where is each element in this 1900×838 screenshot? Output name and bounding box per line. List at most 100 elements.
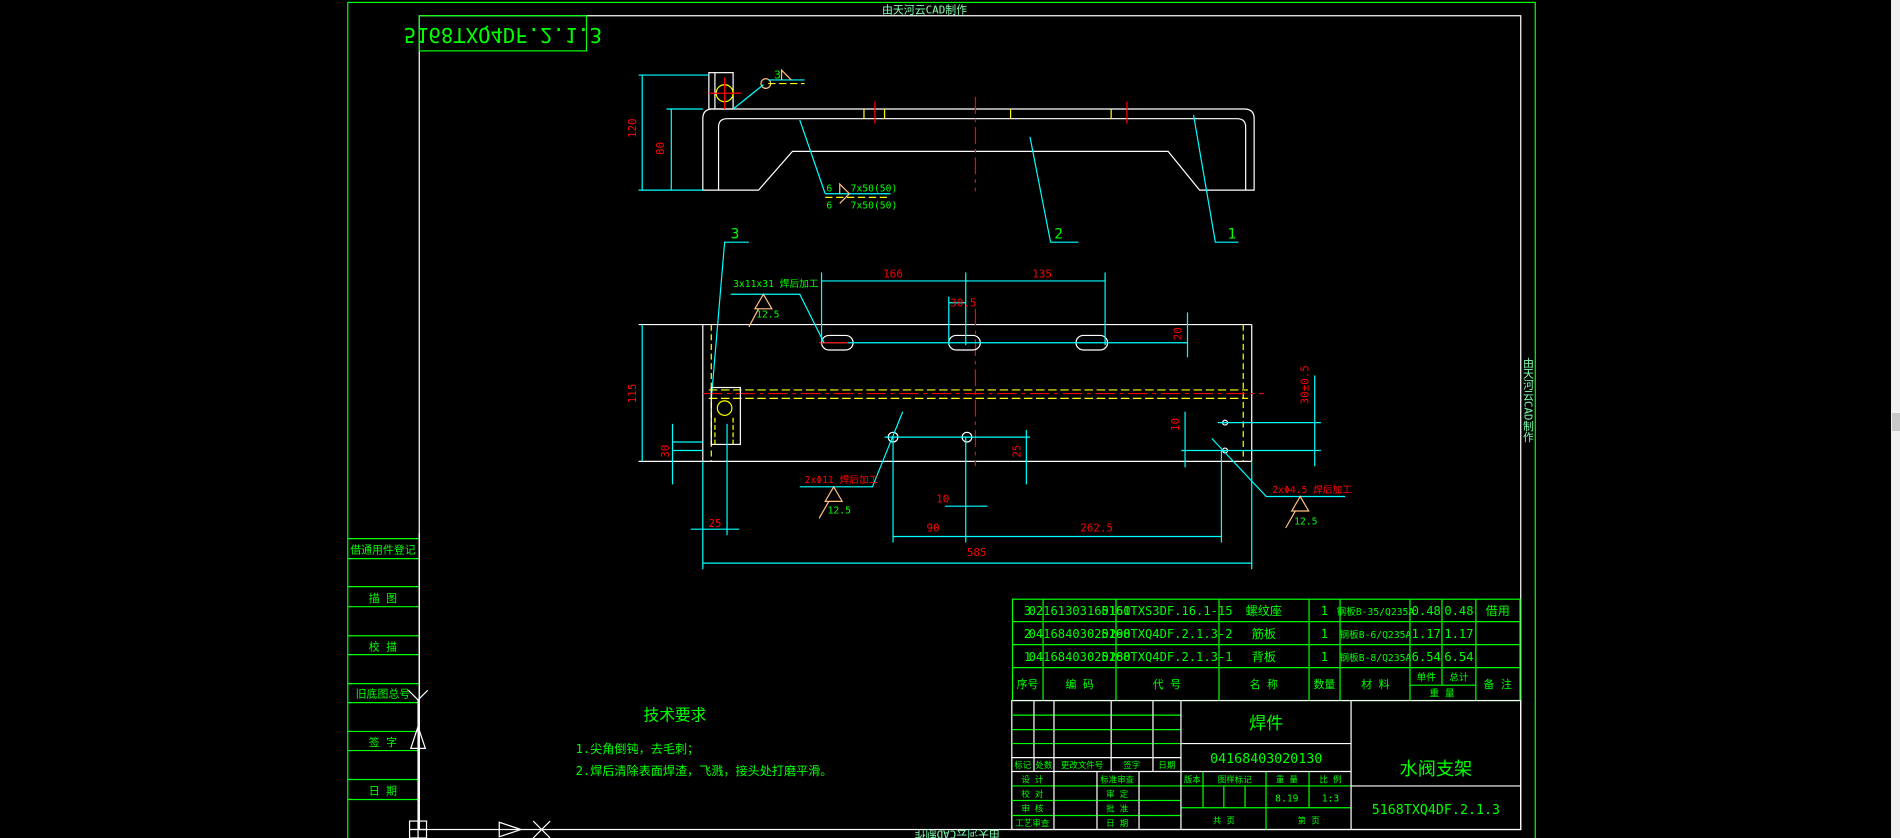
- header-name: 名 称: [1250, 677, 1278, 691]
- header-drawing-no: 代 号: [1153, 678, 1181, 691]
- dim-25-vertical: 25: [1010, 445, 1023, 458]
- part-type: 焊件: [1249, 713, 1283, 733]
- sign-label: 审 定: [1106, 789, 1129, 799]
- dim-25: 25: [708, 517, 721, 530]
- dim-10-vertical: 10: [1169, 418, 1182, 431]
- watermark-bottom: 由天河云CAD制作: [915, 828, 1000, 838]
- info-weight: 重 量: [1276, 774, 1299, 784]
- sign-label: 标准审查: [1100, 774, 1134, 784]
- header-material: 材 料: [1361, 677, 1389, 691]
- balloon-1: 1: [1227, 227, 1236, 243]
- weld-size-6a: 6: [826, 183, 832, 194]
- left-column: [347, 538, 420, 801]
- header-total-weight: 总计: [1449, 671, 1469, 684]
- parts-cell-total-weight: 1.17: [1444, 627, 1473, 641]
- rev-header: 标记: [1014, 760, 1031, 770]
- watermark-top: 由天河云CAD制作: [882, 2, 967, 16]
- note-holes-11: 2xΦ11 焊后加工: [805, 474, 879, 486]
- part-code: 04168403020130: [1210, 752, 1322, 767]
- part1-inner: [717, 118, 1247, 191]
- rev-header: 更改文件号: [1061, 760, 1103, 770]
- parts-cell-drawing-no: 5161TXS3DF.16.1-15: [1101, 604, 1232, 618]
- outer-border: [347, 1, 1536, 838]
- note-holes-4-5: 2xΦ4.5 焊后加工: [1272, 484, 1352, 496]
- sheets-total: 共 页: [1213, 815, 1235, 825]
- front-view: [638, 272, 1346, 570]
- scrollbar-thumb[interactable]: [1892, 413, 1900, 431]
- parts-cell-material: 钢板B-35/Q235A: [1336, 605, 1414, 618]
- drawing-name: 水阀支架: [1400, 759, 1473, 780]
- header-code: 编 码: [1065, 677, 1093, 691]
- left-column-label: 校 描: [369, 639, 397, 653]
- tech-requirement-item: 1.尖角倒钝，去毛刺；: [576, 742, 700, 756]
- dim-30: 30: [659, 445, 672, 458]
- sign-label: 日 期: [1106, 818, 1128, 828]
- header-qty: 数量: [1314, 678, 1336, 691]
- part3-lug-top: [708, 72, 734, 110]
- dim-10: 10: [936, 493, 949, 506]
- balloon-3: 3: [731, 227, 740, 243]
- parts-cell-drawing-no: 5168TXQ4DF.2.1.3-1: [1101, 650, 1232, 664]
- dim-166: 166: [883, 267, 903, 280]
- parts-cell-qty: 1: [1321, 650, 1328, 664]
- sign-label: 校 对: [1021, 789, 1044, 799]
- mirrored-code: 5168TXQ4DF.2.1.3: [404, 23, 602, 47]
- roughness-holes-11: 12.5: [828, 505, 852, 516]
- left-column-label: 签 字: [369, 735, 397, 749]
- roughness-holes-4-5: 12.5: [1294, 516, 1318, 527]
- dim-20: 20: [1171, 327, 1184, 340]
- parts-cell-unit-weight: 0.48: [1412, 604, 1441, 618]
- dim-120: 120: [626, 118, 639, 138]
- dim-30-5: 30.5: [950, 296, 976, 309]
- left-column-label: 借通用件登记: [350, 542, 415, 556]
- sheet-number: 第 页: [1298, 815, 1320, 825]
- header-weight: 重 量: [1429, 686, 1455, 699]
- parts-cell-material: 钢板B-6/Q235A: [1339, 628, 1411, 641]
- roughness-slots: 12.5: [756, 309, 780, 320]
- part3-lug-front: [710, 386, 741, 446]
- parts-cell-qty: 1: [1321, 627, 1328, 641]
- part1-outline: [702, 108, 1255, 191]
- header-remark: 备 注: [1484, 677, 1512, 691]
- inner-frame: [418, 15, 1522, 831]
- vertical-scrollbar[interactable]: [1891, 0, 1900, 838]
- rev-header: 签字: [1123, 760, 1140, 770]
- parts-cell-total-weight: 0.48: [1444, 604, 1473, 618]
- parts-cell-name: 筋板: [1252, 626, 1276, 641]
- sign-label: 设 计: [1021, 774, 1044, 784]
- parts-cell-remark: 借用: [1486, 604, 1510, 618]
- left-column-label: 旧底图总号: [356, 687, 411, 701]
- weight-value: 8.19: [1275, 794, 1299, 805]
- weld-length-a: 7x50(50): [851, 183, 898, 194]
- note-slots: 3x11x31 焊后加工: [733, 278, 819, 290]
- sign-label: 工艺审查: [1015, 818, 1049, 828]
- info-scale: 比 例: [1319, 774, 1341, 784]
- scale-value: 1:3: [1322, 794, 1340, 805]
- weld-size-3: 3: [774, 69, 781, 82]
- dim-115: 115: [626, 384, 639, 404]
- rev-header: 处数: [1035, 760, 1052, 770]
- tech-requirement-item: 2.焊后清除表面焊渣，飞溅，接头处打磨平滑。: [576, 763, 833, 778]
- parts-cell-total-weight: 6.54: [1444, 650, 1473, 664]
- dim-585: 585: [967, 546, 987, 559]
- parts-cell-material: 钢板B-8/Q235A: [1339, 651, 1411, 664]
- dim-80: 80: [654, 142, 667, 155]
- parts-cell-name: 背板: [1252, 650, 1276, 664]
- dim-30-tolerance: 30±0.5: [1299, 365, 1312, 404]
- rev-header: 日期: [1158, 760, 1175, 770]
- watermark-right: 由天河云CAD制作: [1521, 356, 1534, 442]
- header-no: 序号: [1017, 677, 1039, 691]
- parts-table-rows: 3021613031601605161TXS3DF.16.1-15 螺纹座 1 钢板B…: [1024, 603, 1510, 664]
- parts-cell-unit-weight: 1.17: [1412, 627, 1441, 641]
- dim-262-5: 262.5: [1080, 522, 1113, 535]
- cad-canvas[interactable]: 由天河云CAD制作 由天河云CAD制作 由天河云CAD制作 5168TXQ4DF…: [0, 0, 1900, 838]
- parts-cell-qty: 1: [1321, 604, 1328, 618]
- parts-cell-drawing-no: 5168TXQ4DF.2.1.3-2: [1101, 627, 1232, 641]
- ucs-icon: [407, 689, 551, 838]
- sign-label: 批 准: [1106, 803, 1129, 813]
- parts-cell-name: 螺纹座: [1246, 603, 1282, 618]
- header-unit-weight: 单件: [1417, 672, 1437, 684]
- tech-requirements-title: 技术要求: [643, 706, 706, 725]
- dim-135: 135: [1032, 267, 1052, 280]
- parts-cell-unit-weight: 6.54: [1412, 650, 1441, 664]
